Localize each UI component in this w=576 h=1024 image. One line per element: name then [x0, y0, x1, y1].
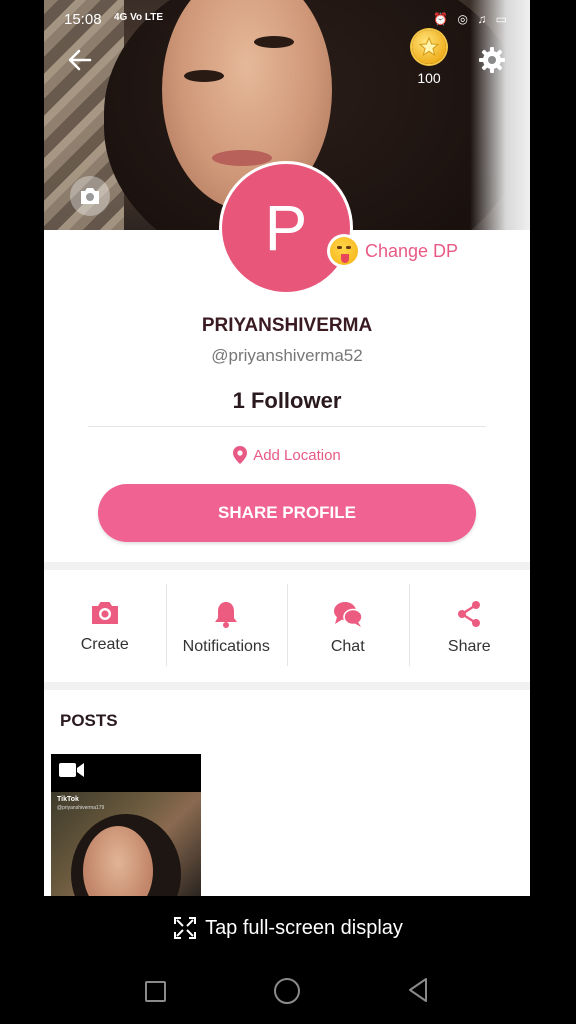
profile-name: PRIYANSHIVERMA	[201, 315, 373, 336]
status-icons: ⏰ ◎ ♫ ▭	[433, 12, 510, 26]
avatar[interactable]: P	[219, 161, 353, 295]
coin-count: 100	[417, 70, 441, 86]
fullscreen-icon	[174, 917, 197, 939]
system-nav-bar	[0, 960, 576, 1024]
status-time: 15:08	[64, 11, 102, 28]
change-cover-button[interactable]	[70, 176, 110, 216]
tongue-emoji-icon	[327, 234, 361, 268]
section-divider	[44, 682, 530, 690]
share-profile-button[interactable]: SHARE PROFILE	[98, 484, 476, 542]
section-divider	[44, 562, 530, 570]
location-pin-icon	[233, 446, 248, 464]
divider	[88, 426, 486, 427]
video-icon	[59, 763, 84, 777]
back-triangle-icon[interactable]	[406, 977, 430, 1003]
recents-button[interactable]	[145, 981, 166, 1002]
posts-heading: POSTS	[60, 711, 118, 730]
chat-icon	[333, 602, 363, 627]
notifications-label: Notifications	[182, 638, 270, 655]
bell-icon	[215, 602, 238, 628]
arrow-left-icon	[68, 49, 92, 71]
network-indicator: 4G Vo LTE	[114, 12, 164, 23]
fullscreen-hint-label: Tap full-screen display	[205, 916, 403, 939]
status-bar: 15:08 4G Vo LTE ⏰ ◎ ♫ ▭	[44, 8, 530, 30]
watermark-user: @priyanshiverma179	[57, 805, 105, 811]
share-button[interactable]: Share	[408, 584, 531, 666]
profile-handle: @priyanshiverma52	[211, 346, 363, 365]
create-label: Create	[80, 636, 129, 653]
camera-icon	[81, 188, 99, 204]
notifications-button[interactable]: Notifications	[165, 584, 288, 666]
gear-icon	[479, 47, 505, 73]
followers-count[interactable]: 1 Follower	[44, 388, 530, 414]
share-icon	[458, 601, 481, 627]
change-dp-button[interactable]: Change DP	[327, 234, 459, 268]
add-location-label: Add Location	[253, 446, 341, 464]
add-location-button[interactable]: Add Location	[44, 446, 530, 464]
home-button[interactable]	[274, 978, 300, 1004]
change-dp-label: Change DP	[365, 240, 459, 261]
create-button[interactable]: Create	[44, 584, 166, 666]
profile-screen: 15:08 4G Vo LTE ⏰ ◎ ♫ ▭ 100 P Change DP …	[44, 0, 530, 896]
settings-button[interactable]	[476, 44, 508, 76]
chat-label: Chat	[330, 638, 365, 655]
action-bar: Create Notifications Chat Share	[44, 584, 530, 666]
share-label: Share	[447, 638, 491, 655]
fullscreen-hint[interactable]: Tap full-screen display	[0, 896, 576, 960]
tiktok-watermark: TikTok	[57, 796, 79, 803]
coin-icon[interactable]	[412, 30, 446, 64]
back-button[interactable]	[64, 44, 96, 76]
camera-icon	[91, 602, 118, 624]
post-thumbnail[interactable]: TikTok @priyanshiverma179	[51, 754, 201, 896]
chat-button[interactable]: Chat	[287, 584, 409, 666]
